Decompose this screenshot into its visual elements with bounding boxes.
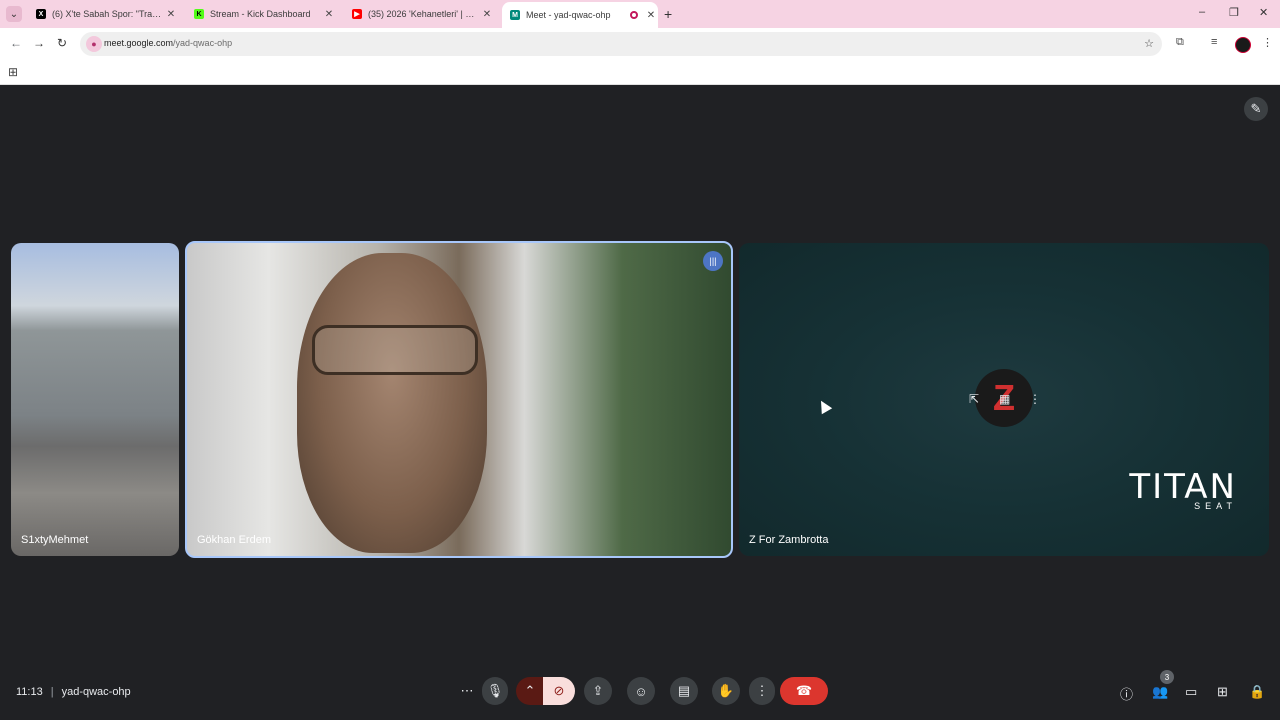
meeting-info-icon[interactable]: ⓘ	[1120, 684, 1133, 703]
activities-icon[interactable]: ⊞	[1217, 684, 1228, 700]
more-dots-icon[interactable]: ⋯	[458, 677, 476, 705]
recording-icon	[630, 11, 638, 19]
close-icon[interactable]: ✕	[480, 9, 494, 20]
close-icon[interactable]: ✕	[164, 9, 178, 20]
apps-grid-icon[interactable]: ⊞	[8, 65, 18, 79]
participant-video-detail	[312, 325, 478, 375]
extensions-icon[interactable]: ⧉	[1176, 36, 1184, 49]
x-favicon-icon: X	[36, 9, 46, 19]
close-icon[interactable]: ✕	[322, 9, 336, 20]
more-options-button[interactable]: ⋮	[749, 677, 775, 705]
tab-title: Meet - yad-qwac-ohp	[526, 10, 611, 20]
browser-toolbar: ← → ↻ ● meet.google.com/yad-qwac-ohp ☆ ⧉…	[0, 28, 1280, 60]
tab-title: (6) X'te Sabah Spor: "Trabzonsp	[52, 9, 164, 19]
minimize-icon[interactable]: –	[1199, 6, 1205, 18]
address-bar[interactable]: ● meet.google.com/yad-qwac-ohp ☆	[80, 32, 1162, 56]
chat-icon[interactable]: ▭	[1185, 684, 1197, 700]
media-control-icon[interactable]: ≡	[1211, 36, 1217, 48]
tab-x[interactable]: X (6) X'te Sabah Spor: "Trabzonsp ✕	[28, 2, 178, 26]
reload-icon[interactable]: ↻	[57, 36, 67, 50]
profile-avatar[interactable]	[1235, 37, 1251, 53]
sponsor-logo: TITAN SEAT	[1129, 467, 1237, 511]
meeting-details: 11:13 | yad-qwac-ohp	[16, 686, 131, 698]
participant-tile[interactable]: Z ⇱ ▦ ⋮ TITAN SEAT Z For Zambrotta	[739, 243, 1269, 556]
people-count-badge: 3	[1160, 670, 1174, 684]
camera-options-chevron-icon[interactable]: ⌃	[516, 677, 544, 705]
more-options-icon[interactable]: ⋮	[1029, 392, 1041, 406]
reactions-button[interactable]: ☺	[627, 677, 655, 705]
tab-title: Stream - Kick Dashboard	[210, 9, 311, 19]
tab-title: (35) 2026 'Kehanetleri' | Erdem A	[368, 9, 480, 19]
participant-tile-active[interactable]: ||| Gökhan Erdem	[185, 241, 733, 558]
participant-name: S1xtyMehmet	[21, 534, 89, 546]
speaking-indicator-icon: |||	[703, 251, 723, 271]
meet-stage: ✎ S1xtyMehmet ||| Gökhan Erdem Z ⇱ ▦ ⋮ T…	[0, 85, 1280, 720]
browser-menu-icon[interactable]: ⋮	[1262, 36, 1273, 49]
meet-control-bar: 11:13 | yad-qwac-ohp ⋯ 🎙 ⌃ ⊘ ⇪ ☺ ▤ ✋ ⋮ ☎ ⓘ…	[0, 670, 1280, 720]
raise-hand-button[interactable]: ✋	[712, 677, 740, 705]
tab-youtube[interactable]: ▶ (35) 2026 'Kehanetleri' | Erdem A ✕	[344, 2, 494, 26]
url-text[interactable]: meet.google.com/yad-qwac-ohp	[104, 38, 232, 48]
bookmarks-bar: ⊞	[0, 60, 1280, 85]
meet-favicon-icon: M	[510, 10, 520, 20]
captions-button[interactable]: ▤	[670, 677, 698, 705]
pin-icon[interactable]: ⇱	[969, 392, 979, 406]
participant-video	[297, 253, 487, 553]
present-screen-button[interactable]: ⇪	[584, 677, 612, 705]
forward-icon[interactable]: →	[33, 36, 45, 50]
participant-name: Z For Zambrotta	[749, 534, 829, 546]
back-icon[interactable]: ←	[10, 36, 22, 50]
participant-name: Gökhan Erdem	[197, 534, 271, 546]
restore-icon[interactable]: ❐	[1229, 6, 1239, 19]
microphone-button[interactable]: 🎙	[482, 677, 508, 705]
leave-call-button[interactable]: ☎	[780, 677, 828, 705]
url-path: /yad-qwac-ohp	[173, 38, 233, 48]
clock-time: 11:13	[16, 686, 43, 698]
tab-search-button[interactable]: ⌄	[6, 6, 22, 22]
microphone-indicator-icon[interactable]: ●	[86, 36, 102, 52]
url-host: meet.google.com	[104, 38, 174, 48]
tab-meet[interactable]: M Meet - yad-qwac-ohp ✕	[502, 2, 658, 28]
participant-tile[interactable]: S1xtyMehmet	[11, 243, 179, 556]
tab-kick[interactable]: K Stream - Kick Dashboard ✕	[186, 2, 336, 26]
camera-off-button[interactable]: ⊘	[543, 677, 575, 705]
window-close-icon[interactable]: ✕	[1259, 6, 1268, 19]
host-controls-icon[interactable]: 🔒	[1249, 684, 1265, 700]
kick-favicon-icon: K	[194, 9, 204, 19]
meeting-code: yad-qwac-ohp	[61, 686, 131, 698]
new-tab-button[interactable]: +	[664, 6, 672, 22]
bookmark-star-icon[interactable]: ☆	[1144, 37, 1154, 50]
tab-strip: ⌄ X (6) X'te Sabah Spor: "Trabzonsp ✕ K …	[0, 0, 1280, 28]
close-icon[interactable]: ✕	[644, 10, 658, 21]
youtube-favicon-icon: ▶	[352, 9, 362, 19]
mute-participant-icon[interactable]: ▦	[999, 392, 1010, 406]
people-icon[interactable]: 👥	[1152, 684, 1168, 700]
visual-effects-icon[interactable]: ✎	[1244, 97, 1268, 121]
